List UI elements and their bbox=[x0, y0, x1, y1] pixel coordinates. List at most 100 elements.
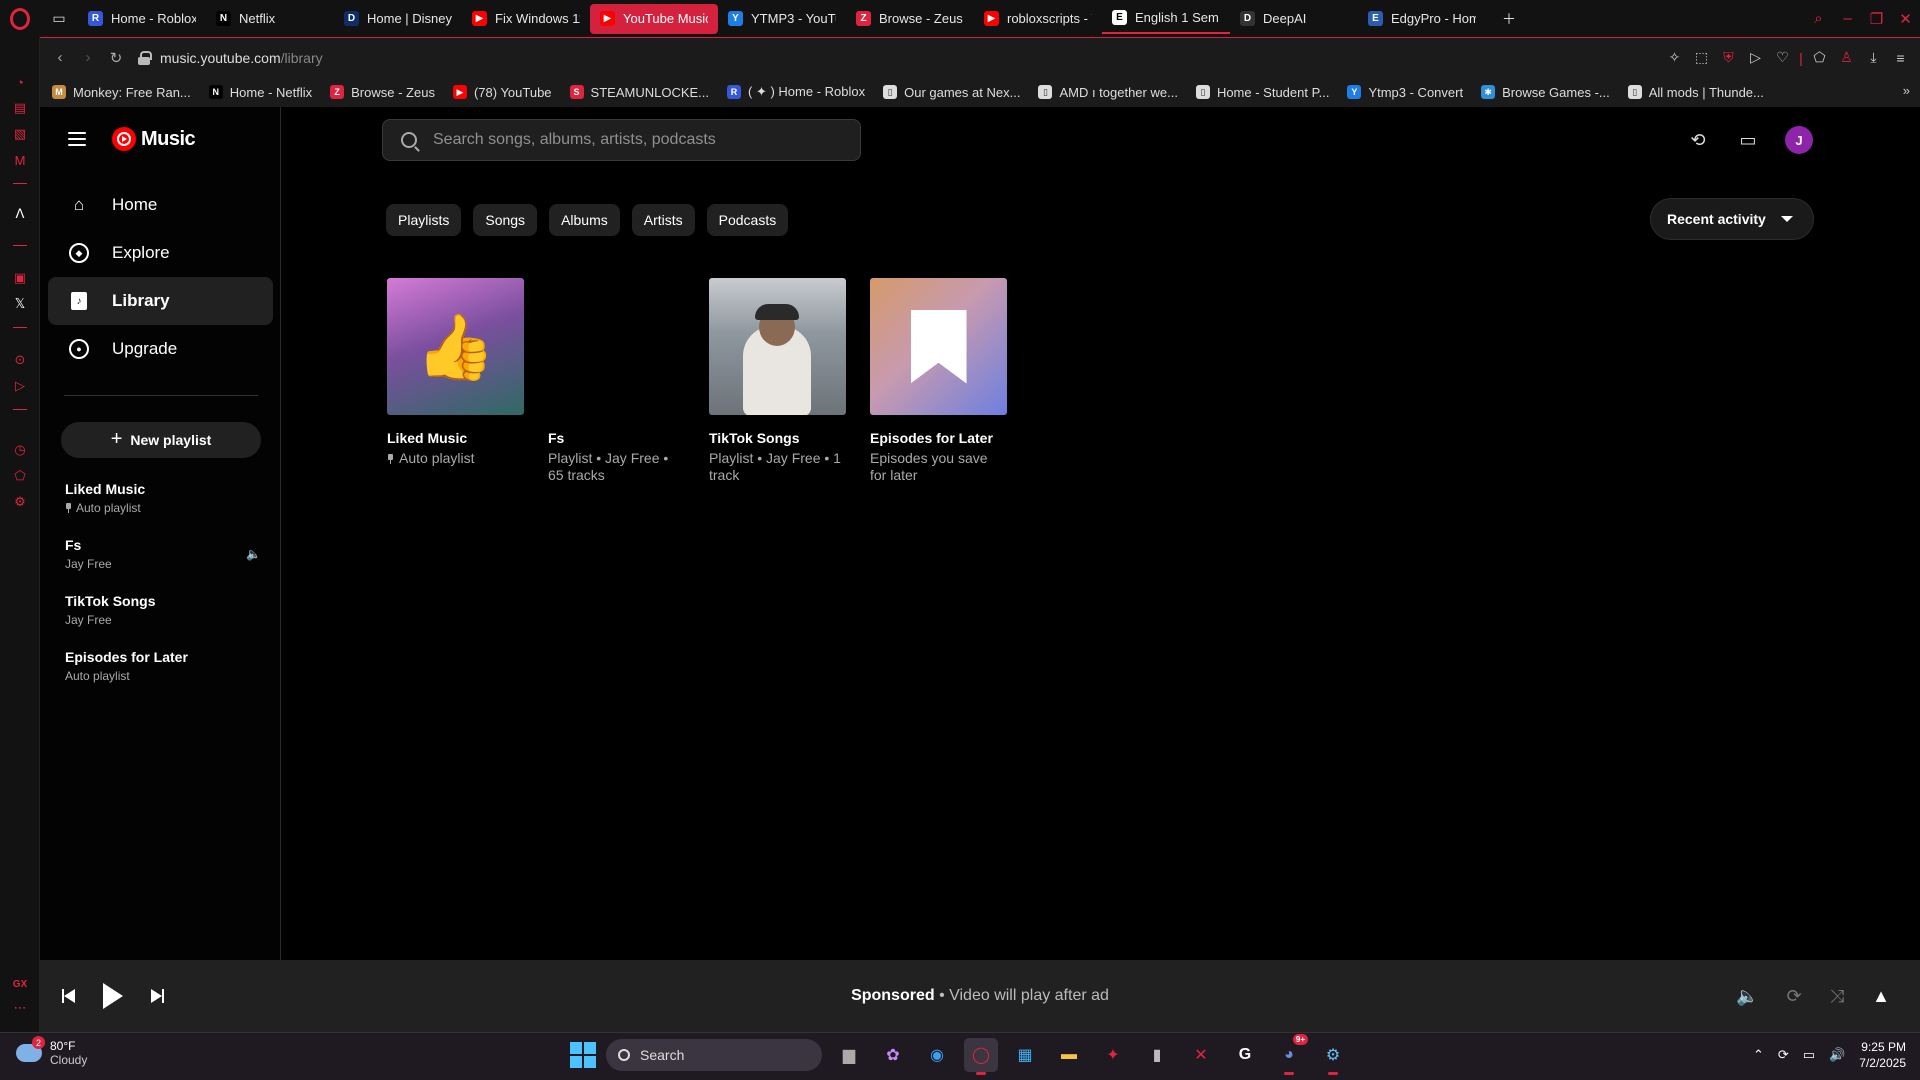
browser-tab[interactable]: R Home - Roblox bbox=[78, 4, 206, 34]
close-window-button[interactable]: ✕ bbox=[1891, 10, 1920, 28]
bookmark-item[interactable]: ▯ Home - Student P... bbox=[1195, 85, 1329, 100]
next-button[interactable] bbox=[151, 989, 164, 1003]
card-episodes-for-later[interactable]: Episodes for Later Episodes you save for… bbox=[870, 278, 1007, 484]
card-tiktok-songs[interactable]: TikTok Songs Playlist • Jay Free • 1 tra… bbox=[709, 278, 846, 484]
crypto-wallet-icon[interactable]: ▤ bbox=[11, 99, 29, 117]
sidebar-playlist-tiktok-songs[interactable]: TikTok Songs Jay Free bbox=[65, 593, 265, 649]
previous-button[interactable] bbox=[62, 989, 75, 1003]
browser-tab[interactable]: E English 1 Sem bbox=[1102, 4, 1230, 34]
nav-library[interactable]: ♪ Library bbox=[48, 277, 273, 325]
shuffle-icon[interactable]: ⤨ bbox=[1830, 986, 1844, 1007]
microsoft-store-icon[interactable]: ▦ bbox=[1008, 1038, 1042, 1072]
chip-songs[interactable]: Songs bbox=[473, 204, 538, 236]
steam-icon[interactable]: ⚙ bbox=[1316, 1038, 1350, 1075]
card-liked-music[interactable]: 👍 Liked Music Auto playlist bbox=[387, 278, 524, 484]
minimize-button[interactable]: – bbox=[1833, 10, 1862, 27]
browser-tab[interactable]: E EdgyPro - Home bbox=[1358, 4, 1486, 34]
restore-button[interactable]: ❐ bbox=[1862, 10, 1891, 28]
card-title[interactable]: Fs bbox=[548, 430, 685, 446]
avatar[interactable]: J bbox=[1785, 126, 1813, 154]
snapshot-icon[interactable]: ⬚ bbox=[1688, 49, 1715, 66]
copilot-icon[interactable]: ✿ bbox=[876, 1038, 910, 1072]
bookmark-item[interactable]: ▶ (78) YouTube bbox=[452, 85, 552, 100]
file-explorer-icon[interactable]: ▬ bbox=[1052, 1038, 1086, 1072]
heart-icon[interactable]: ♡ bbox=[1769, 49, 1796, 66]
settings-icon[interactable]: ⚙ bbox=[11, 493, 29, 511]
aria-icon[interactable]: ◔ bbox=[11, 73, 29, 91]
network-icon[interactable]: ▭ bbox=[1803, 1047, 1815, 1063]
card-thumbnail[interactable] bbox=[870, 278, 1007, 415]
play-icon[interactable]: ▷ bbox=[1742, 49, 1769, 66]
card-fs[interactable]: Fs Playlist • Jay Free • 65 tracks bbox=[548, 278, 685, 484]
sort-dropdown[interactable]: Recent activity bbox=[1650, 198, 1814, 240]
card-thumbnail[interactable] bbox=[548, 278, 685, 415]
card-title[interactable]: Liked Music bbox=[387, 430, 524, 446]
card-thumbnail[interactable]: 👍 bbox=[387, 278, 524, 415]
back-button[interactable]: ‹ bbox=[46, 49, 74, 66]
chip-artists[interactable]: Artists bbox=[631, 204, 695, 236]
nav-upgrade[interactable]: ● Upgrade bbox=[48, 325, 273, 373]
browser-tab[interactable]: ▶ YouTube Music bbox=[590, 3, 718, 34]
history-icon[interactable]: ◷ bbox=[11, 441, 29, 459]
browser-tab[interactable]: N Netflix bbox=[206, 4, 334, 34]
browser-tab[interactable]: ▶ robloxscripts - Yo bbox=[974, 4, 1102, 34]
music-player-icon[interactable]: ᐱ bbox=[11, 205, 29, 223]
opera-menu-button[interactable] bbox=[0, 0, 40, 37]
tray-overflow-icon[interactable]: ⌃ bbox=[1753, 1047, 1764, 1063]
speaker-icon[interactable]: 🔊 bbox=[1829, 1047, 1845, 1063]
twitch-icon[interactable]: ▣ bbox=[11, 269, 29, 287]
tab-island-icon[interactable]: ▭ bbox=[40, 10, 78, 27]
nav-home[interactable]: ⌂ Home bbox=[48, 181, 273, 229]
forward-button[interactable]: › bbox=[74, 49, 102, 66]
browser-tab[interactable]: D Home | Disney+ bbox=[334, 4, 462, 34]
easy-setup-icon[interactable]: ≡ bbox=[1887, 50, 1914, 66]
extensions-icon[interactable]: ⬠ bbox=[11, 467, 29, 485]
bookmark-item[interactable]: Z Browse - Zeus bbox=[330, 85, 435, 100]
sync-icon[interactable]: ⟳ bbox=[1778, 1047, 1789, 1063]
browser-tab[interactable]: D DeepAI bbox=[1230, 4, 1358, 34]
cast-icon[interactable]: ▭ bbox=[1735, 127, 1761, 153]
sidebar-playlist-fs[interactable]: Fs Jay Free 🔈 bbox=[65, 537, 265, 593]
search-input[interactable]: Search songs, albums, artists, podcasts bbox=[382, 119, 861, 161]
volume-icon[interactable]: 🔈 bbox=[1736, 986, 1758, 1007]
clock[interactable]: 9:25 PM 7/2/2025 bbox=[1859, 1039, 1906, 1071]
reload-button[interactable]: ↻ bbox=[102, 49, 130, 67]
chip-playlists[interactable]: Playlists bbox=[386, 204, 462, 236]
browser-tab[interactable]: Z Browse - Zeus bbox=[846, 4, 974, 34]
send-icon[interactable]: ▷ bbox=[11, 377, 29, 395]
browser-tab[interactable]: ▶ Fix Windows 11 24 bbox=[462, 4, 590, 34]
bookmark-item[interactable]: N Home - Netflix bbox=[208, 85, 312, 100]
bookmark-item[interactable]: R ( ✦ ) Home - Roblox bbox=[727, 84, 865, 100]
browser-tab[interactable]: Y YTMP3 - YouTub bbox=[718, 4, 846, 34]
card-thumbnail[interactable] bbox=[709, 278, 846, 415]
menu-icon[interactable] bbox=[68, 132, 86, 146]
new-playlist-button[interactable]: + New playlist bbox=[61, 422, 261, 458]
extensions-puzzle-icon[interactable]: ⬠ bbox=[1806, 49, 1833, 66]
bookmark-item[interactable]: ▯ All mods | Thunde... bbox=[1627, 85, 1764, 100]
x-app-icon[interactable]: ✕ bbox=[1184, 1038, 1218, 1072]
bookmark-item[interactable]: ✱ Browse Games -... bbox=[1481, 85, 1610, 100]
x-twitter-icon[interactable]: 𝕏 bbox=[11, 295, 29, 313]
player-icon[interactable]: ⊙ bbox=[11, 351, 29, 369]
sidebar-playlist-episodes-for-later[interactable]: Episodes for Later Auto playlist bbox=[65, 649, 265, 705]
nav-explore[interactable]: ◆ Explore bbox=[48, 229, 273, 277]
gx-corner-icon[interactable]: GX bbox=[11, 975, 29, 993]
vpn-shield-icon[interactable]: ⛨ bbox=[1715, 49, 1742, 66]
sidebar-playlist-liked-music[interactable]: Liked Music Auto playlist bbox=[65, 481, 265, 537]
ytm-logo[interactable]: Music bbox=[112, 127, 196, 151]
usb-device-icon[interactable]: ▮ bbox=[1140, 1038, 1174, 1072]
chip-albums[interactable]: Albums bbox=[549, 204, 620, 236]
feed-icon[interactable]: ▧ bbox=[11, 125, 29, 143]
more-options-icon[interactable]: ⋯ bbox=[11, 999, 29, 1017]
bookmark-item[interactable]: S STEAMUNLOCKE... bbox=[569, 85, 709, 100]
play-button[interactable] bbox=[103, 983, 123, 1009]
bookmark-star-icon[interactable]: ✧ bbox=[1661, 49, 1688, 66]
gmail-icon[interactable]: M bbox=[11, 151, 29, 169]
history-icon[interactable]: ⟲ bbox=[1685, 127, 1711, 153]
url-field[interactable]: music.youtube.com/library bbox=[138, 50, 1661, 66]
game-app-icon[interactable]: ✦ bbox=[1096, 1038, 1130, 1072]
tab-search-icon[interactable]: ⌕ bbox=[1804, 10, 1833, 27]
g-app-icon[interactable]: G bbox=[1228, 1038, 1262, 1072]
bookmark-item[interactable]: M Monkey: Free Ran... bbox=[52, 85, 191, 100]
edge-icon[interactable]: ◉ bbox=[920, 1038, 954, 1072]
